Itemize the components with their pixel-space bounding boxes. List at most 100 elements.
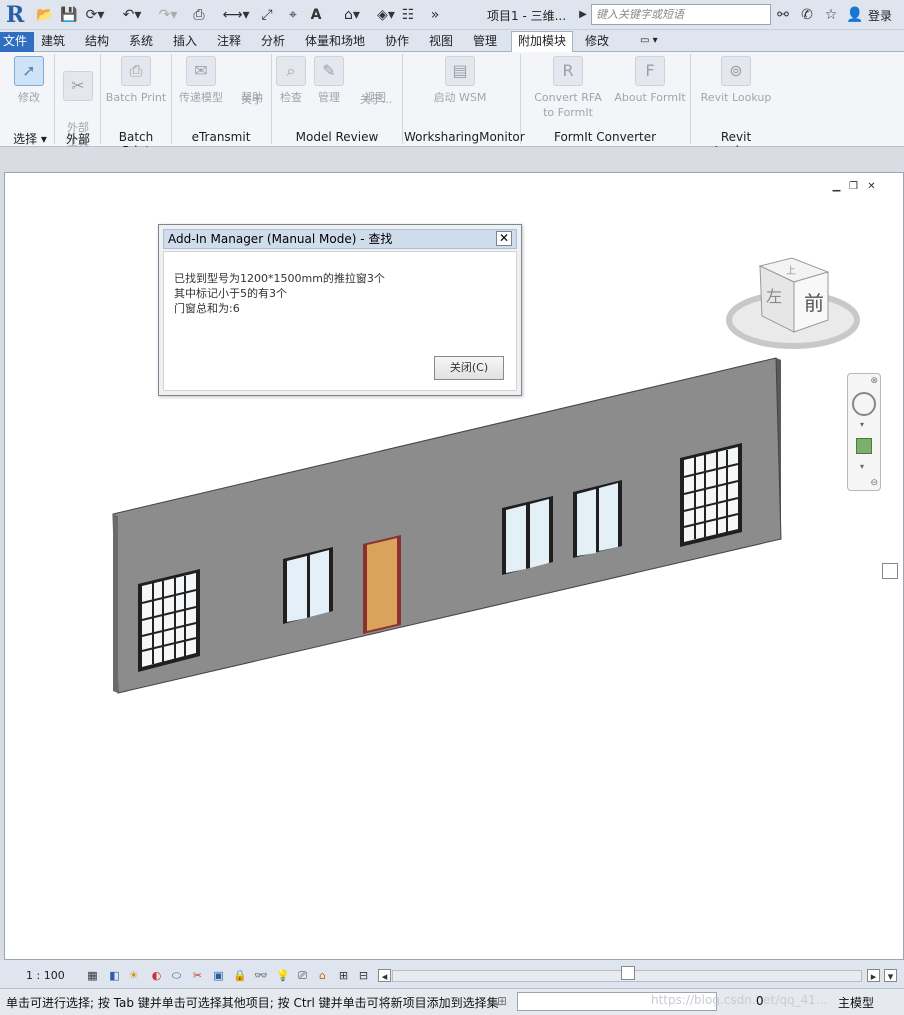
switch-windows-icon[interactable]: ☷ [398, 6, 418, 24]
visual-style-icon[interactable]: ◧ [108, 969, 121, 982]
temporary-properties-icon[interactable]: ⎚ [296, 969, 309, 982]
sun-path-icon[interactable]: ☀ [127, 969, 140, 982]
batch-print-button[interactable]: ⎙ Batch Print [104, 56, 168, 105]
worksharing-display-icon[interactable]: ⌂ [316, 969, 329, 982]
modify-button[interactable]: ➚ 修改 [10, 56, 48, 105]
scroll-down-icon[interactable]: ▾ [884, 969, 897, 983]
counter-value: 0 [756, 994, 764, 1008]
cube-left-label: 左 [766, 287, 782, 306]
tab-annotate[interactable]: 注释 [211, 32, 247, 52]
navbar-options-icon[interactable]: ⊖ [870, 478, 878, 488]
dialog-close-button[interactable]: 关闭(C) [434, 356, 504, 380]
shadows-icon[interactable]: ◐ [150, 969, 163, 982]
tab-insert[interactable]: 插入 [167, 32, 203, 52]
revit-lookup-button[interactable]: ⊚ Revit Lookup [698, 56, 774, 105]
about-button[interactable]: 关于 [236, 92, 268, 107]
save-icon[interactable]: 💾 [60, 6, 77, 24]
about-more-button[interactable]: 关于... [356, 92, 396, 107]
highlight-displacement-icon[interactable]: ⊟ [357, 969, 370, 982]
scroll-left-icon[interactable]: ◂ [378, 969, 391, 983]
login-link[interactable]: 登录 [868, 7, 892, 24]
manage-icon: ✎ [314, 56, 344, 86]
convert-rfa-button[interactable]: R Convert RFA to FormIt [530, 56, 606, 120]
tab-manage[interactable]: 管理 [467, 32, 503, 52]
tab-architecture[interactable]: 建筑 [35, 32, 71, 52]
print-icon[interactable]: ⎙ [190, 6, 208, 24]
show-crop-region-icon[interactable]: ▣ [212, 969, 225, 982]
ribbon-minimize-icon[interactable]: ▭ ▾ [634, 32, 664, 52]
quick-access-toolbar: R 📂 💾 ⟳▾ ↶▾ ↷▾ ⎙ ⟷▾ ⤢ ⌖ A ⌂▾ ◈▾ ☷ » 项目1 … [0, 0, 904, 30]
tab-modify[interactable]: 修改 [579, 32, 615, 52]
start-wsm-label: 启动 WSM [433, 91, 487, 104]
about-formit-button[interactable]: F About FormIt [612, 56, 688, 105]
lock-view-icon[interactable]: 🔒 [233, 969, 247, 982]
check-label: 检查 [280, 91, 302, 104]
tab-view[interactable]: 视图 [423, 32, 459, 52]
panel-select[interactable]: 选择 ▾ [10, 130, 50, 147]
reveal-hidden-icon[interactable]: 💡 [276, 969, 290, 982]
navbar-close-icon[interactable]: ⊗ [870, 376, 878, 386]
modify-label: 修改 [18, 91, 40, 104]
sync-icon[interactable]: ⟳▾ [84, 6, 106, 24]
view-cube[interactable]: 前 左 上 [724, 252, 862, 356]
view-frame [0, 147, 904, 172]
binoculars-icon[interactable]: ⚯ [774, 6, 792, 24]
scroll-thumb[interactable] [621, 966, 635, 980]
aligned-dimension-icon[interactable]: ⤢ [258, 6, 276, 24]
tab-collaborate[interactable]: 协作 [379, 32, 415, 52]
start-wsm-button[interactable]: ▤ 启动 WSM [420, 56, 500, 105]
detail-level-icon[interactable]: ▦ [86, 969, 99, 982]
manage-label: 管理 [318, 91, 340, 104]
ribbon: ➚ 修改 选择 ▾ ✂ 外部 工具 外部 ⎙ Batch Print Batch… [0, 52, 904, 158]
analytical-model-icon[interactable]: ⊞ [337, 969, 350, 982]
sliding-window-3 [573, 480, 622, 558]
render-icon[interactable]: ⬭ [170, 969, 183, 982]
wheel-dropdown-icon[interactable]: ▾ [860, 420, 864, 429]
title-arrow-icon[interactable]: ▶ [578, 6, 588, 24]
search-input[interactable]: 键入关键字或短语 [591, 4, 771, 25]
batch-print-label: Batch Print [105, 91, 167, 104]
tag-icon[interactable]: ⌖ [284, 6, 302, 24]
measure-icon[interactable]: ⟷▾ [222, 6, 250, 24]
wsm-icon: ▤ [445, 56, 475, 86]
zoom-dropdown-icon[interactable]: ▾ [860, 462, 864, 471]
undo-icon[interactable]: ↶▾ [118, 6, 146, 24]
user-icon[interactable]: 👤 [846, 6, 864, 24]
manage-button[interactable]: ✎ 管理 [312, 56, 346, 105]
open-icon[interactable]: 📂 [36, 6, 53, 24]
view-scale[interactable]: 1 : 100 [26, 969, 65, 982]
favorites-icon[interactable]: ☆ [822, 6, 840, 24]
panel-select-label: 选择 [13, 132, 38, 146]
temporary-hide-icon[interactable]: 👓 [254, 969, 268, 982]
scroll-right-icon[interactable]: ▸ [867, 969, 880, 983]
revit-logo-icon[interactable]: R [6, 3, 28, 27]
transmit-model-button[interactable]: ✉ 传递模型 [174, 56, 228, 105]
redo-icon[interactable]: ↷▾ [154, 6, 182, 24]
view-cube-graphic[interactable]: 前 左 上 [724, 252, 862, 356]
overflow-icon[interactable]: » [428, 6, 442, 24]
view-handle[interactable] [882, 563, 898, 579]
text-icon[interactable]: A [308, 6, 324, 24]
crop-view-icon[interactable]: ✂ [191, 969, 204, 982]
window-title: 项目1 - 三维... [487, 9, 567, 23]
panel-model-review: Model Review [295, 130, 379, 144]
check-button[interactable]: ⌕ 检查 [274, 56, 308, 105]
tab-analyze[interactable]: 分析 [255, 32, 291, 52]
tab-file[interactable]: 文件 [0, 32, 34, 52]
subscription-icon[interactable]: ✆ [798, 6, 816, 24]
tab-systems[interactable]: 系统 [123, 32, 159, 52]
dialog-close-icon[interactable]: ✕ [496, 231, 512, 246]
3d-view-icon[interactable]: ⌂▾ [338, 6, 366, 24]
zoom-region-icon[interactable] [856, 438, 872, 454]
lookup-icon: ⊚ [721, 56, 751, 86]
result-line-2: 其中标记小于5的有3个 [174, 287, 287, 300]
tab-structure[interactable]: 结构 [79, 32, 115, 52]
steering-wheel-icon[interactable] [852, 392, 876, 416]
worksets-icon[interactable]: ⊞ [497, 994, 507, 1008]
tab-massing-site[interactable]: 体量和场地 [299, 32, 371, 52]
design-option-model[interactable]: 主模型 [838, 994, 874, 1011]
tab-addins[interactable]: 附加模块 [511, 31, 574, 53]
panel-formit-converter: FormIt Converter [553, 130, 657, 144]
status-message: 单击可进行选择; 按 Tab 键并单击可选择其他项目; 按 Ctrl 键并单击可… [6, 996, 499, 1010]
section-icon[interactable]: ◈▾ [372, 6, 400, 24]
